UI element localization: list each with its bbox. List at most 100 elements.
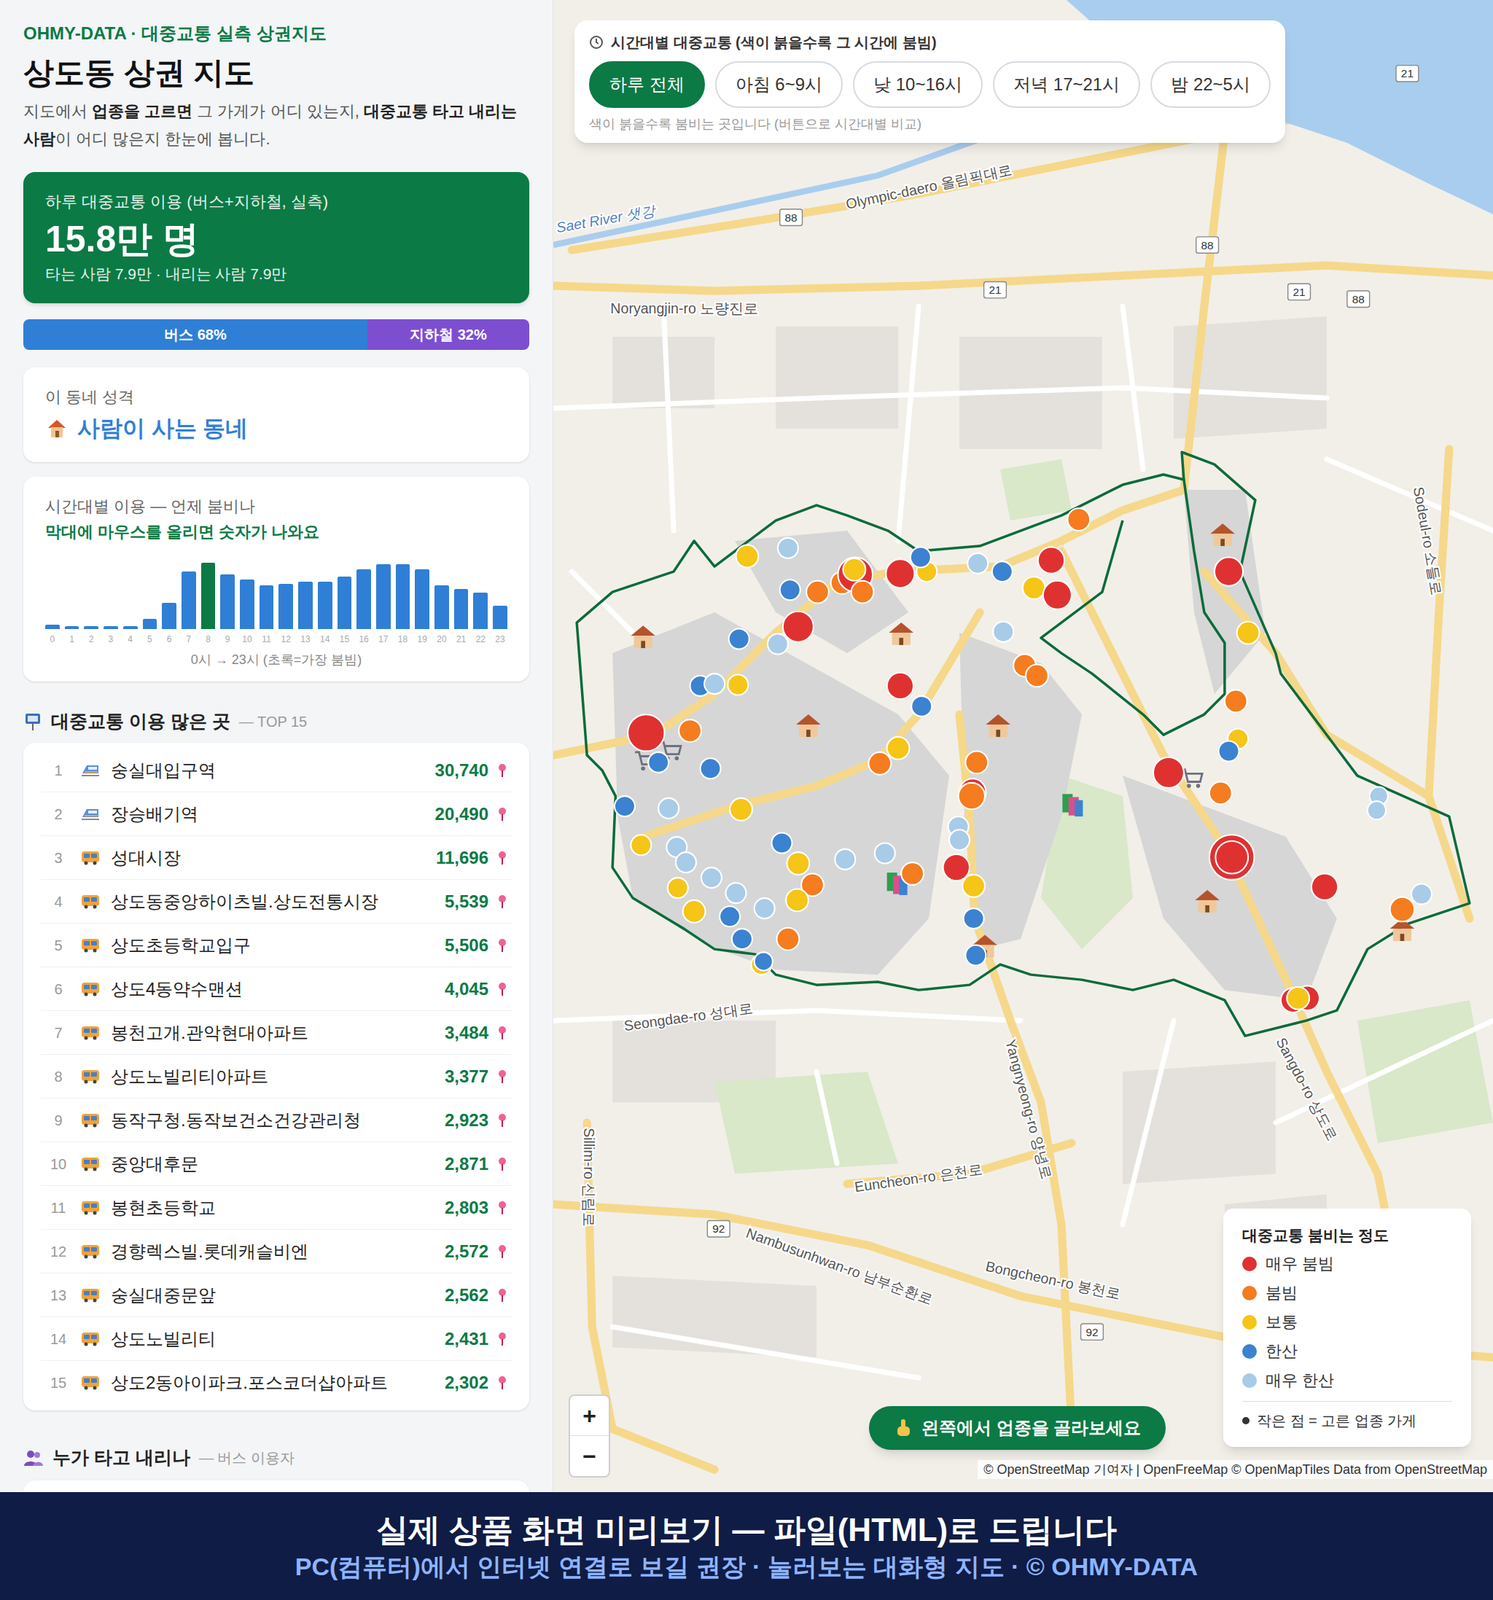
bar-column[interactable] xyxy=(337,559,353,630)
pin-icon[interactable] xyxy=(497,1156,508,1172)
transit-stop[interactable] xyxy=(992,561,1013,582)
transit-stop[interactable] xyxy=(851,581,875,604)
transit-stop[interactable] xyxy=(1038,546,1065,573)
hour-bar[interactable] xyxy=(317,581,333,630)
bar-column[interactable] xyxy=(259,559,275,630)
transit-stop[interactable] xyxy=(1237,621,1260,645)
transit-stop[interactable] xyxy=(772,833,793,854)
top-list-row[interactable]: 7봉천고개.관악현대아파트3,484 xyxy=(40,1011,512,1055)
time-button[interactable]: 밤 22~5시 xyxy=(1150,61,1271,108)
transit-stop[interactable] xyxy=(667,877,689,899)
transit-stop[interactable] xyxy=(700,758,721,779)
transit-stop[interactable] xyxy=(1390,897,1415,923)
category-cta[interactable]: 왼쪽에서 업종을 골라보세요 xyxy=(868,1406,1166,1450)
transit-stop[interactable] xyxy=(901,862,924,886)
hour-bar[interactable] xyxy=(220,574,235,630)
transit-stop[interactable] xyxy=(630,834,652,856)
bar-column[interactable] xyxy=(473,559,488,630)
transit-stop[interactable] xyxy=(726,882,747,904)
transit-stop[interactable] xyxy=(704,673,725,695)
hour-bar[interactable] xyxy=(142,618,158,630)
bar-column[interactable] xyxy=(45,559,60,630)
top-list-row[interactable]: 10중앙대후문2,871 xyxy=(40,1142,512,1187)
pin-icon[interactable] xyxy=(497,850,508,866)
hour-bar[interactable] xyxy=(473,592,488,630)
bar-column[interactable] xyxy=(298,559,313,630)
top-list-row[interactable]: 13숭실대중문앞2,562 xyxy=(40,1273,512,1318)
transit-stop[interactable] xyxy=(885,559,915,588)
transit-stop[interactable] xyxy=(785,889,809,912)
time-button[interactable]: 낮 10~16시 xyxy=(852,61,983,108)
transit-stop[interactable] xyxy=(1067,508,1090,531)
pin-icon[interactable] xyxy=(497,894,508,910)
bar-column[interactable] xyxy=(278,559,294,630)
bar-column[interactable] xyxy=(161,559,177,630)
bar-column[interactable] xyxy=(103,559,119,630)
hour-bar[interactable] xyxy=(239,579,255,630)
bar-column[interactable] xyxy=(181,559,197,630)
hour-bar[interactable] xyxy=(356,569,372,630)
transit-stop[interactable] xyxy=(729,628,750,649)
transit-stop[interactable] xyxy=(1311,874,1338,901)
transit-stop[interactable] xyxy=(910,546,931,568)
transit-stop[interactable] xyxy=(648,752,669,773)
pin-icon[interactable] xyxy=(497,1200,508,1216)
transit-stop[interactable] xyxy=(787,852,810,875)
transit-stop[interactable] xyxy=(1153,757,1184,789)
hour-bar[interactable] xyxy=(259,585,275,630)
hour-bar[interactable] xyxy=(181,571,197,630)
zoom-out-button[interactable]: − xyxy=(570,1436,609,1477)
hour-bar[interactable] xyxy=(45,624,60,630)
bar-column[interactable] xyxy=(434,559,450,630)
transit-stop[interactable] xyxy=(943,854,970,881)
bar-column[interactable] xyxy=(454,559,469,630)
pin-icon[interactable] xyxy=(497,1288,508,1303)
transit-stop[interactable] xyxy=(754,898,775,919)
top-list-row[interactable]: 5상도초등학교입구5,506 xyxy=(40,923,512,968)
transit-stop[interactable] xyxy=(963,908,985,929)
bar-column[interactable] xyxy=(123,559,138,630)
hour-bar[interactable] xyxy=(298,581,313,630)
transit-stop[interactable] xyxy=(868,752,891,775)
bar-column[interactable] xyxy=(83,559,99,630)
hour-bar[interactable] xyxy=(337,576,353,630)
pin-icon[interactable] xyxy=(497,1025,508,1041)
transit-stop[interactable] xyxy=(727,674,748,695)
pin-icon[interactable] xyxy=(497,1375,508,1391)
pin-icon[interactable] xyxy=(497,1069,508,1085)
time-button[interactable]: 하루 전체 xyxy=(589,61,705,108)
transit-stop[interactable] xyxy=(1043,581,1072,610)
transit-stop[interactable] xyxy=(719,906,740,927)
hour-bar[interactable] xyxy=(201,562,216,630)
bar-column[interactable] xyxy=(395,559,411,630)
transit-stop[interactable] xyxy=(683,900,706,923)
transit-stop[interactable] xyxy=(767,633,789,654)
pin-icon[interactable] xyxy=(497,981,508,997)
top-list-row[interactable]: 3성대시장11,696 xyxy=(40,836,512,880)
bar-column[interactable] xyxy=(492,559,508,630)
transit-stop[interactable] xyxy=(1286,987,1310,1010)
pin-icon[interactable] xyxy=(497,763,508,778)
transit-stop[interactable] xyxy=(1218,740,1240,762)
bar-column[interactable] xyxy=(64,559,80,630)
top-list-row[interactable]: 12경향렉스빌.롯데캐슬비엔2,572 xyxy=(40,1229,512,1274)
hour-bar[interactable] xyxy=(395,564,411,630)
transit-stop[interactable] xyxy=(992,621,1014,643)
bar-column[interactable] xyxy=(376,559,391,630)
transit-stop[interactable] xyxy=(1025,664,1049,687)
bar-column[interactable] xyxy=(239,559,255,630)
transit-stop[interactable] xyxy=(701,867,722,888)
transit-stop[interactable] xyxy=(834,849,856,870)
transit-stop[interactable] xyxy=(874,843,896,864)
top-list-row[interactable]: 2장승배기역20,490 xyxy=(40,792,512,837)
top-list-row[interactable]: 1숭실대입구역30,740 xyxy=(40,748,512,793)
hour-bar[interactable] xyxy=(492,605,508,630)
hour-bar[interactable] xyxy=(454,589,469,630)
pin-icon[interactable] xyxy=(497,1113,508,1128)
hour-bar[interactable] xyxy=(414,569,430,630)
transit-stop[interactable] xyxy=(754,952,773,971)
transit-stop[interactable] xyxy=(658,798,679,819)
transit-stop[interactable] xyxy=(782,611,814,643)
pin-icon[interactable] xyxy=(497,807,508,822)
transit-stop[interactable] xyxy=(780,579,801,600)
